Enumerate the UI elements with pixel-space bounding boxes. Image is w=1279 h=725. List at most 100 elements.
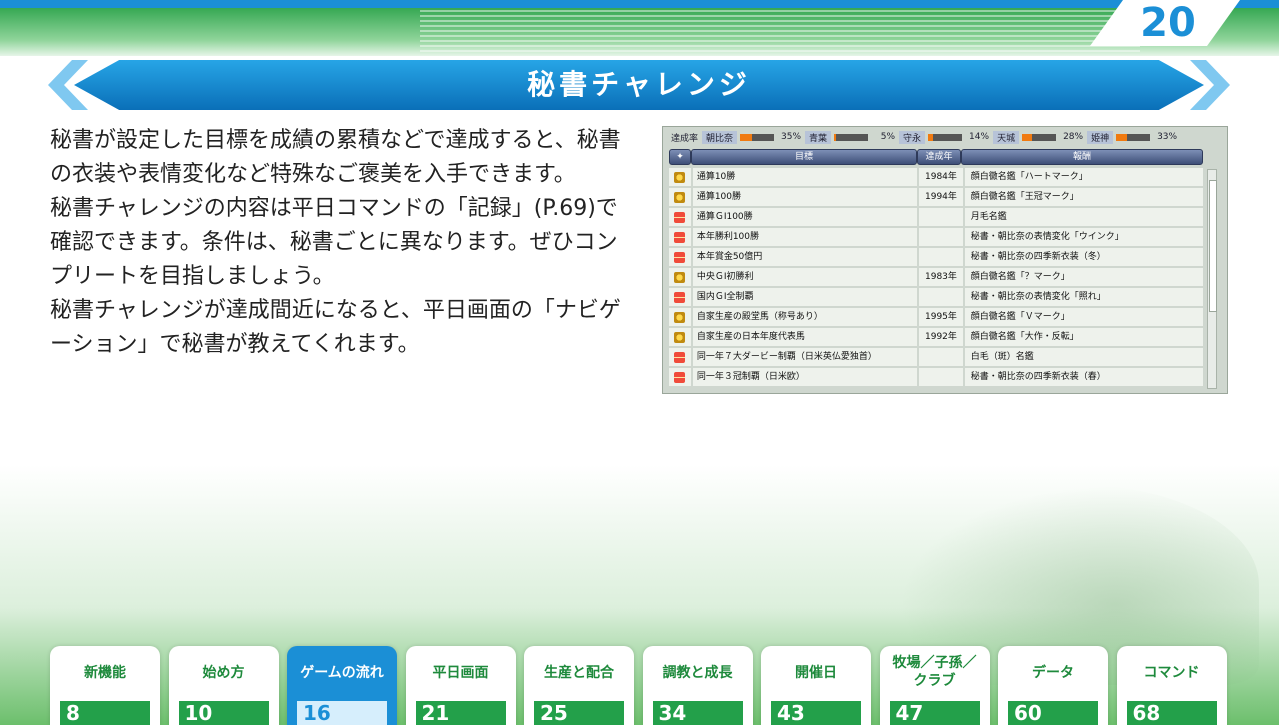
goal-cell: 同一年３冠制覇（日米欧）	[692, 368, 918, 386]
nav-tab[interactable]: ゲームの流れ 16	[287, 646, 397, 725]
rate-fill	[834, 133, 836, 141]
nav-tab-page-number: 25	[534, 701, 624, 725]
nav-tab-page-number: 8	[60, 701, 150, 725]
rate-fill	[928, 133, 933, 141]
secretary-name: 朝比奈	[702, 130, 738, 144]
rate-bar	[928, 133, 963, 141]
gift-icon	[669, 348, 691, 366]
gift-icon	[669, 368, 691, 386]
goal-cell: 同一年７大ダービー制覇（日米英仏愛独首）	[692, 348, 918, 366]
rate-percent: 33%	[1157, 132, 1178, 142]
rate-percent: 5%	[880, 132, 896, 142]
reward-cell: 白毛（斑）名鑑	[964, 348, 1203, 366]
medal-icon	[669, 188, 691, 206]
rate-bar	[834, 133, 869, 141]
nav-tab-label-line: クラブ	[913, 673, 956, 689]
header-stripes	[420, 10, 1140, 54]
body-paragraph: 秘書チャレンジの内容は平日コマンドの「記録」(P.69)で確認できます。条件は、…	[50, 196, 618, 289]
reward-cell: 秘書・朝比奈の四季新衣装（冬）	[964, 248, 1203, 266]
nav-tab[interactable]: 平日画面 21	[405, 646, 516, 725]
nav-tab[interactable]: 始め方 10	[168, 646, 279, 725]
table-row: 通算ＧⅠ100勝 月毛名鑑	[669, 208, 1203, 226]
rate-bar	[1022, 133, 1057, 141]
medal-icon	[669, 328, 691, 346]
nav-tab[interactable]: 調教と成長 34	[642, 646, 753, 725]
column-header-reward: 報酬	[961, 149, 1203, 165]
table-row: 本年賞金50億円 秘書・朝比奈の四季新衣装（冬）	[669, 248, 1203, 266]
nav-tab-page-number: 21	[415, 701, 506, 725]
nav-tab[interactable]: 生産と配合 25	[524, 646, 634, 725]
gift-icon	[669, 248, 691, 266]
year-cell: 1992年	[919, 328, 963, 346]
table-row: 中央ＧⅠ初勝利 1983年 顔白黴名鑑「？マーク」	[669, 268, 1203, 286]
secretary-name: 天城	[993, 130, 1020, 144]
nav-tab-label: 牧場／子孫／ クラブ	[880, 654, 990, 690]
reward-cell: 顔白黴名鑑「Ｖマーク」	[964, 308, 1203, 326]
page-title: 秘書チャレンジ	[527, 68, 751, 101]
nav-tab-label: 開催日	[795, 665, 837, 681]
reward-cell: 顔白黴名鑑「？マーク」	[964, 268, 1203, 286]
column-header-year: 達成年	[917, 149, 961, 165]
nav-tab[interactable]: 新機能 8	[50, 646, 160, 725]
nav-tab[interactable]: 牧場／子孫／ クラブ 47	[879, 646, 990, 725]
rate-fill	[1116, 133, 1128, 141]
nav-tab-label: 生産と配合	[544, 665, 614, 681]
nav-tab-label: 平日画面	[432, 665, 489, 681]
rate-item: 姫神 33%	[1087, 130, 1178, 144]
goal-cell: 本年勝利100勝	[692, 228, 918, 246]
year-cell	[919, 228, 963, 246]
gift-icon	[669, 208, 691, 226]
page-number: 20	[1140, 0, 1196, 46]
secretary-name: 守永	[899, 130, 926, 144]
rate-item: 天城 28%	[993, 130, 1084, 144]
rate-fill	[1022, 133, 1032, 141]
rate-item: 朝比奈 35%	[702, 130, 801, 144]
nav-tab[interactable]: データ 60	[998, 646, 1108, 725]
goal-cell: 通算ＧⅠ100勝	[692, 208, 918, 226]
scrollbar	[1207, 169, 1217, 389]
scrollbar-thumb	[1209, 180, 1217, 312]
year-cell: 1984年	[919, 168, 963, 186]
nav-tab-label: 調教と成長	[662, 665, 733, 681]
nav-tab-page-number: 16	[297, 701, 387, 725]
body-paragraph: 秘書チャレンジが達成間近になると、平日画面の「ナビゲーション」で秘書が教えてくれ…	[50, 298, 621, 357]
nav-tab-page-number: 68	[1126, 701, 1217, 725]
nav-tab-page-number: 43	[771, 701, 861, 725]
year-cell	[919, 348, 963, 366]
nav-tab-label: 新機能	[84, 665, 126, 681]
secretary-name: 姫神	[1087, 130, 1114, 144]
reward-cell: 秘書・朝比奈の表情変化「ウインク」	[964, 228, 1203, 246]
rate-percent: 28%	[1063, 132, 1084, 142]
nav-tab-label: 始め方	[202, 665, 245, 681]
year-cell: 1983年	[919, 268, 963, 286]
gift-icon	[669, 228, 691, 246]
nav-tab[interactable]: 開催日 43	[761, 646, 871, 725]
medal-icon	[669, 268, 691, 286]
year-cell: 1995年	[919, 308, 963, 326]
rate-item: 守永 14%	[899, 130, 990, 144]
rate-percent: 14%	[969, 132, 990, 142]
medal-icon	[669, 168, 691, 186]
table-row: 本年勝利100勝 秘書・朝比奈の表情変化「ウインク」	[669, 228, 1203, 246]
nav-tab-label: データ	[1032, 665, 1074, 681]
goal-cell: 通算10勝	[692, 168, 918, 186]
reward-cell: 顔白黴名鑑「ハートマーク」	[964, 168, 1203, 186]
nav-tab-page-number: 10	[178, 701, 269, 725]
table-row: 自家生産の殿堂馬（称号あり） 1995年 顔白黴名鑑「Ｖマーク」	[669, 308, 1203, 326]
nav-tab-page-number: 34	[652, 701, 743, 725]
achievement-rate-row: 達成率 朝比奈 35% 青葉 5% 守永 14% 天城 28% 姫神 33%	[667, 129, 1223, 145]
medal-icon	[669, 308, 691, 326]
table-row: 通算10勝 1984年 顔白黴名鑑「ハートマーク」	[669, 168, 1203, 186]
sort-icon: ✦	[669, 149, 691, 165]
secretary-name: 青葉	[805, 130, 832, 144]
reward-cell: 秘書・朝比奈の表情変化「照れ」	[964, 288, 1203, 306]
rate-bar	[1116, 133, 1151, 141]
rate-item: 青葉 5%	[805, 130, 896, 144]
title-banner: 秘書チャレンジ	[48, 60, 1230, 110]
nav-tab[interactable]: コマンド 68	[1116, 646, 1227, 725]
reward-cell: 顔白黴名鑑「王冠マーク」	[964, 188, 1203, 206]
nav-tab-label: コマンド	[1143, 665, 1200, 681]
nav-tab-label-line: 牧場／子孫／	[892, 655, 977, 671]
challenge-table: 通算10勝 1984年 顔白黴名鑑「ハートマーク」 通算100勝 1994年 顔白黴名鑑「…	[669, 168, 1203, 388]
gift-icon	[669, 288, 691, 306]
